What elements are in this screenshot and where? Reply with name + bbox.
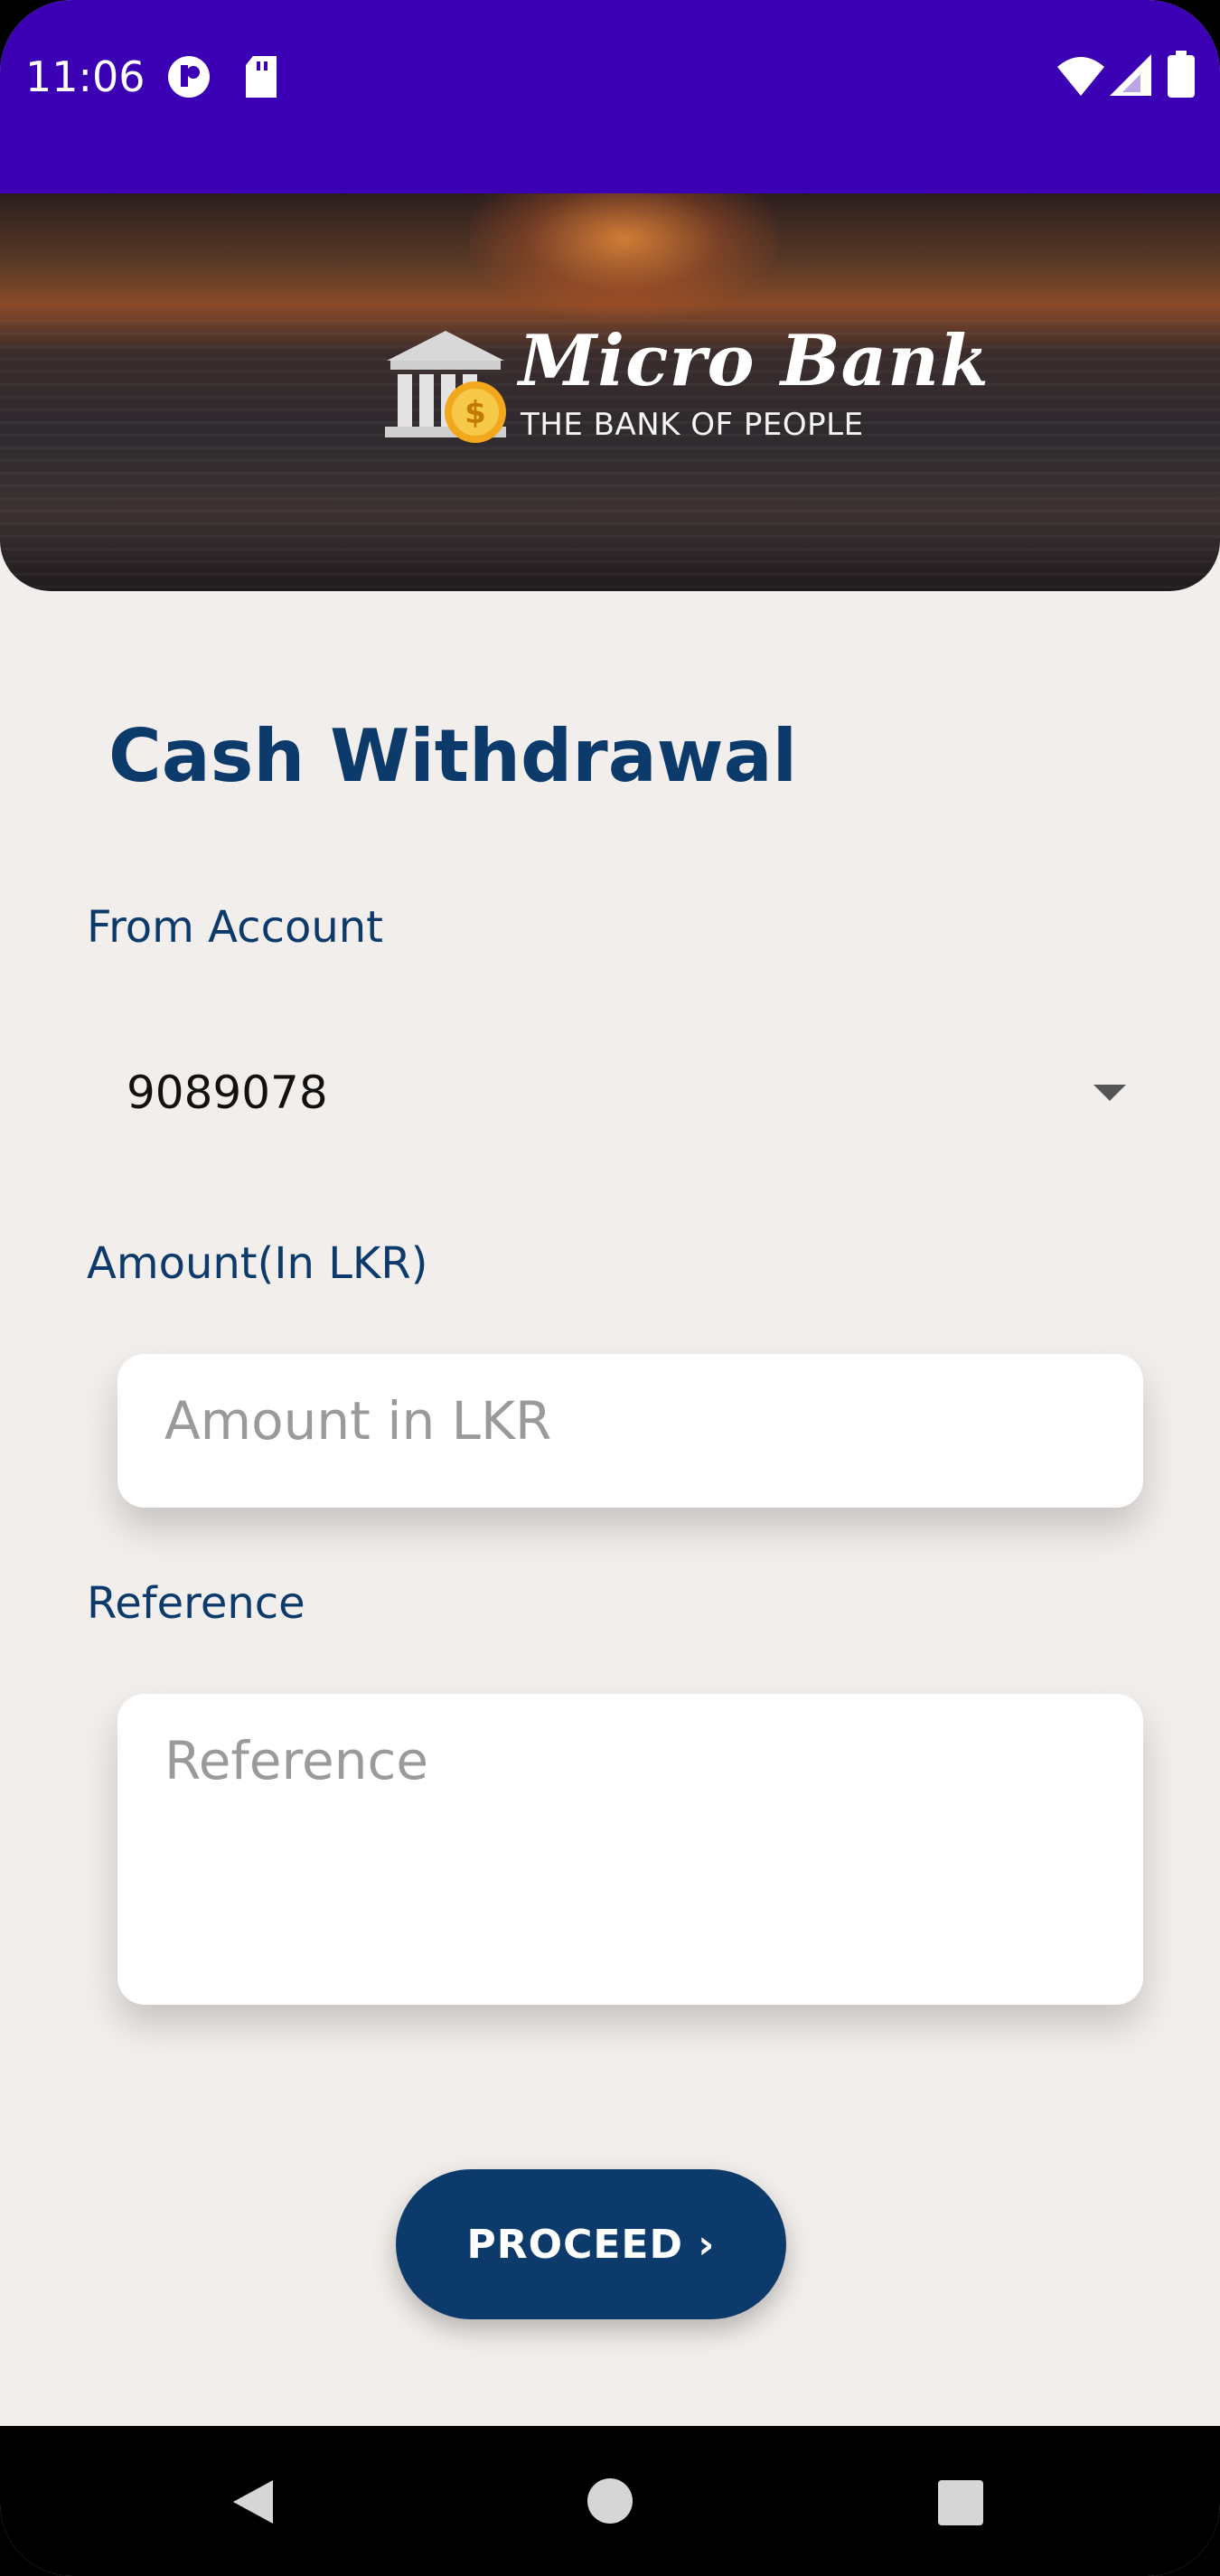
chevron-down-icon bbox=[1093, 1085, 1126, 1101]
proceed-label: PROCEED › bbox=[466, 2221, 716, 2268]
page-title: Cash Withdrawal bbox=[108, 714, 797, 798]
system-nav-bar bbox=[0, 2426, 1220, 2576]
from-account-dropdown[interactable]: 9089078 bbox=[87, 1039, 1153, 1148]
brand-name: Micro Bank bbox=[519, 320, 990, 402]
cell-signal-icon bbox=[1110, 54, 1151, 96]
sunset-glow bbox=[470, 193, 777, 320]
sd-card-icon bbox=[246, 56, 277, 98]
amount-placeholder: Amount in LKR bbox=[164, 1390, 552, 1452]
home-icon[interactable] bbox=[586, 2477, 634, 2525]
amount-label: Amount(In LKR) bbox=[87, 1238, 428, 1289]
recents-icon[interactable] bbox=[936, 2478, 985, 2527]
status-bar: 11:06 bbox=[0, 0, 1220, 193]
battery-icon bbox=[1168, 51, 1195, 98]
notification-app-icon bbox=[168, 56, 210, 98]
amount-input[interactable]: Amount in LKR bbox=[117, 1354, 1143, 1508]
reference-placeholder: Reference bbox=[164, 1730, 429, 1791]
from-account-label: From Account bbox=[87, 902, 383, 953]
brand-tagline: THE BANK OF PEOPLE bbox=[521, 407, 864, 443]
proceed-button[interactable]: PROCEED › bbox=[396, 2169, 786, 2319]
wifi-icon bbox=[1057, 57, 1104, 96]
brand-logo: $ Micro Bank THE BANK OF PEOPLE bbox=[378, 320, 989, 456]
from-account-value: 9089078 bbox=[127, 1067, 328, 1119]
header-banner: $ Micro Bank THE BANK OF PEOPLE bbox=[0, 193, 1220, 591]
status-time: 11:06 bbox=[25, 52, 145, 101]
svg-text:$: $ bbox=[465, 395, 486, 431]
reference-label: Reference bbox=[87, 1578, 305, 1629]
back-icon[interactable] bbox=[228, 2477, 278, 2527]
reference-input[interactable]: Reference bbox=[117, 1694, 1143, 2005]
app-screen: 11:06 $ Micro Bank THE BANK OF PEOPLE Ca… bbox=[0, 0, 1220, 2576]
bank-building-coin-icon: $ bbox=[385, 331, 506, 443]
